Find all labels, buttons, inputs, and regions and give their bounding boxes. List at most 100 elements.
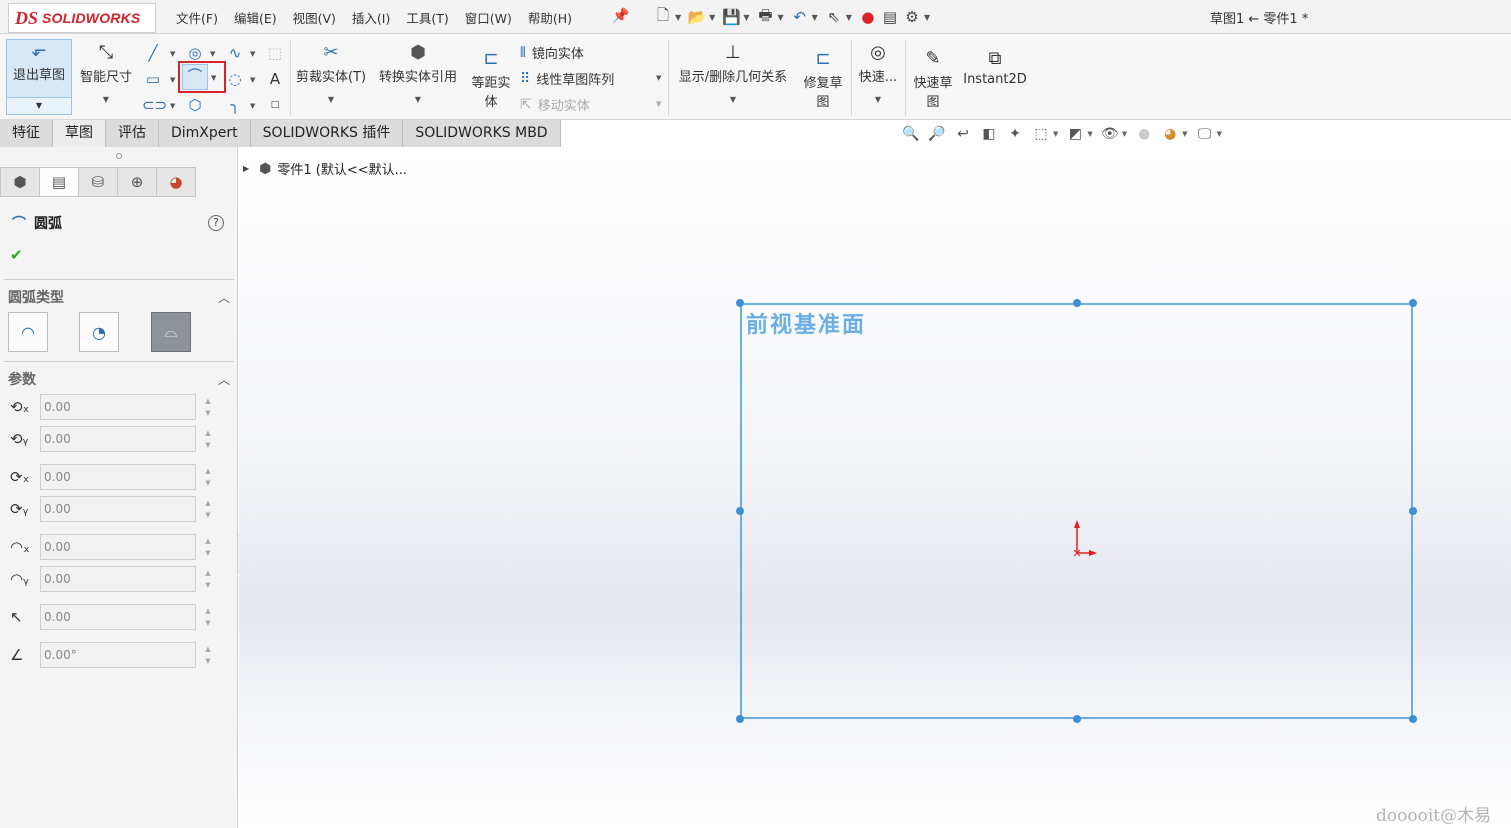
tab-evaluate[interactable]: 评估 <box>106 120 159 147</box>
new-dropdown-icon[interactable]: ▼ <box>675 13 681 22</box>
smart-dimension-dropdown-icon[interactable]: ▼ <box>76 95 136 104</box>
line-icon[interactable]: ╱ <box>142 42 164 64</box>
ok-checkmark-icon[interactable]: ✔ <box>10 246 23 264</box>
angle-spinner[interactable]: ▲ ▼ <box>202 643 214 667</box>
instant2d-button[interactable]: ⧉ Instant2D <box>962 48 1028 87</box>
plane-handle-top-left[interactable] <box>736 299 744 307</box>
center-y-spinner[interactable]: ▲ ▼ <box>202 567 214 591</box>
smart-dimension-button[interactable]: ⤡ 智能尺寸 ▼ <box>76 42 136 104</box>
start-y-input[interactable] <box>40 426 196 452</box>
print-icon[interactable]: 🖶 <box>754 6 776 28</box>
menu-edit[interactable]: 编辑(E) <box>234 8 277 27</box>
three-point-arc-icon[interactable]: ⌓ <box>151 312 191 352</box>
radius-input[interactable] <box>40 604 196 630</box>
linear-pattern-dropdown-icon[interactable]: ▼ <box>656 74 661 82</box>
edit-appearance-icon[interactable]: ● <box>1133 124 1155 144</box>
front-plane[interactable]: 前视基准面 <box>740 303 1413 719</box>
point-icon[interactable]: □ <box>264 94 286 116</box>
rectangle-icon[interactable]: ▭ <box>142 68 164 90</box>
tab-features[interactable]: 特征 <box>0 120 53 147</box>
ellipse-dropdown-icon[interactable]: ▼ <box>250 76 255 84</box>
circle-dropdown-icon[interactable]: ▼ <box>210 50 215 58</box>
centerpoint-arc-icon[interactable]: ◠ <box>8 312 48 352</box>
polygon-icon[interactable]: ⬡ <box>184 94 206 116</box>
display-style-dropdown-icon[interactable]: ▼ <box>1087 130 1092 138</box>
tab-sketch[interactable]: 草图 <box>53 120 106 147</box>
tab-addins[interactable]: SOLIDWORKS 插件 <box>250 120 404 147</box>
view-orientation-dropdown-icon[interactable]: ▼ <box>1053 130 1058 138</box>
end-x-input[interactable] <box>40 464 196 490</box>
apply-scene-icon[interactable]: ◕ <box>1159 124 1181 144</box>
start-x-input[interactable] <box>40 394 196 420</box>
graphics-area[interactable]: ▶ ⬢ 零件1 (默认<<默认... 前视基准面 dooooit@木易 <box>239 147 1511 828</box>
spline-dropdown-icon[interactable]: ▼ <box>250 50 255 58</box>
save-icon[interactable]: 💾 <box>720 6 742 28</box>
open-dropdown-icon[interactable]: ▼ <box>709 13 715 22</box>
exit-sketch-button[interactable]: ⬐ 退出草图 ▼ <box>6 39 72 115</box>
menu-file[interactable]: 文件(F) <box>176 8 218 27</box>
open-file-icon[interactable]: 📂 <box>686 6 708 28</box>
save-dropdown-icon[interactable]: ▼ <box>743 13 749 22</box>
radius-spinner[interactable]: ▲ ▼ <box>202 605 214 629</box>
flyout-feature-tree[interactable]: ▶ ⬢ 零件1 (默认<<默认... <box>243 159 407 179</box>
menu-view[interactable]: 视图(V) <box>293 8 336 27</box>
convert-entities-button[interactable]: ⬢ 转换实体引用 ▼ <box>374 42 462 104</box>
new-file-icon[interactable]: 🗋 <box>652 6 674 28</box>
zoom-to-area-icon[interactable]: 🔎 <box>926 124 948 144</box>
display-style-icon[interactable]: ◩ <box>1064 124 1086 144</box>
hide-show-dropdown-icon[interactable]: ▼ <box>1122 130 1127 138</box>
ellipse-icon[interactable]: ◌ <box>224 68 246 90</box>
property-manager-tab-icon[interactable]: ▤ <box>39 167 79 197</box>
print-dropdown-icon[interactable]: ▼ <box>777 13 783 22</box>
quick-snaps-dropdown-icon[interactable]: ▼ <box>855 95 901 104</box>
menu-window[interactable]: 窗口(W) <box>465 8 512 27</box>
view-settings-dropdown-icon[interactable]: ▼ <box>1217 130 1222 138</box>
end-y-spinner[interactable]: ▲ ▼ <box>202 497 214 521</box>
plane-handle-top-mid[interactable] <box>1073 299 1081 307</box>
menu-tools[interactable]: 工具(T) <box>406 8 448 27</box>
plane-handle-bottom-left[interactable] <box>736 715 744 723</box>
zoom-to-fit-icon[interactable]: 🔍 <box>900 124 922 144</box>
view-settings-icon[interactable]: 🖵 <box>1194 124 1216 144</box>
menu-help[interactable]: 帮助(H) <box>528 8 572 27</box>
plane-handle-top-right[interactable] <box>1409 299 1417 307</box>
quick-snaps-button[interactable]: ◎ 快速... ▼ <box>855 42 901 104</box>
file-properties-icon[interactable]: ▤ <box>879 6 901 28</box>
tangent-arc-icon[interactable]: ◔ <box>79 312 119 352</box>
repair-sketch-button[interactable]: ⊏ 修复草 图 <box>798 48 848 110</box>
arc-type-header[interactable]: 圆弧类型 <box>8 287 64 307</box>
plane-handle-bottom-mid[interactable] <box>1073 715 1081 723</box>
fillet-dropdown-icon[interactable]: ▼ <box>250 102 255 110</box>
plane-handle-bottom-right[interactable] <box>1409 715 1417 723</box>
pin-icon[interactable]: 📌 <box>612 8 629 24</box>
undo-dropdown-icon[interactable]: ▼ <box>812 13 818 22</box>
convert-dropdown-icon[interactable]: ▼ <box>374 95 462 104</box>
help-icon[interactable]: ? <box>208 215 224 231</box>
feature-manager-tab-icon[interactable]: ⬢ <box>0 167 40 197</box>
slot-dropdown-icon[interactable]: ▼ <box>170 102 175 110</box>
plane-handle-mid-right[interactable] <box>1409 507 1417 515</box>
options-gear-icon[interactable]: ⚙ <box>901 6 923 28</box>
arc-type-collapse-icon[interactable]: ︿ <box>218 289 230 306</box>
display-manager-tab-icon[interactable]: ◕ <box>156 167 196 197</box>
parameters-collapse-icon[interactable]: ︿ <box>218 371 230 388</box>
select-cursor-icon[interactable]: ⇖ <box>823 6 845 28</box>
start-x-spinner[interactable]: ▲ ▼ <box>202 395 214 419</box>
text-icon[interactable]: A <box>264 68 286 90</box>
undo-icon[interactable]: ↶ <box>789 6 811 28</box>
tab-dimxpert[interactable]: DimXpert <box>159 120 251 147</box>
section-view-icon[interactable]: ◧ <box>978 124 1000 144</box>
surface-icon[interactable]: ⬚ <box>264 42 286 64</box>
end-y-input[interactable] <box>40 496 196 522</box>
spline-icon[interactable]: ∿ <box>224 42 246 64</box>
trim-dropdown-icon[interactable]: ▼ <box>294 95 368 104</box>
rebuild-traffic-light-icon[interactable]: ● <box>857 6 879 28</box>
fillet-icon[interactable]: ╮ <box>224 94 246 116</box>
scene-dropdown-icon[interactable]: ▼ <box>1182 130 1187 138</box>
dynamic-annotation-icon[interactable]: ✦ <box>1004 124 1026 144</box>
center-x-input[interactable] <box>40 534 196 560</box>
center-x-spinner[interactable]: ▲ ▼ <box>202 535 214 559</box>
exit-sketch-dropdown-icon[interactable]: ▼ <box>7 97 71 114</box>
sketch-origin-icon[interactable] <box>1069 519 1099 559</box>
solidworks-logo[interactable]: DS SOLIDWORKS <box>8 3 156 33</box>
